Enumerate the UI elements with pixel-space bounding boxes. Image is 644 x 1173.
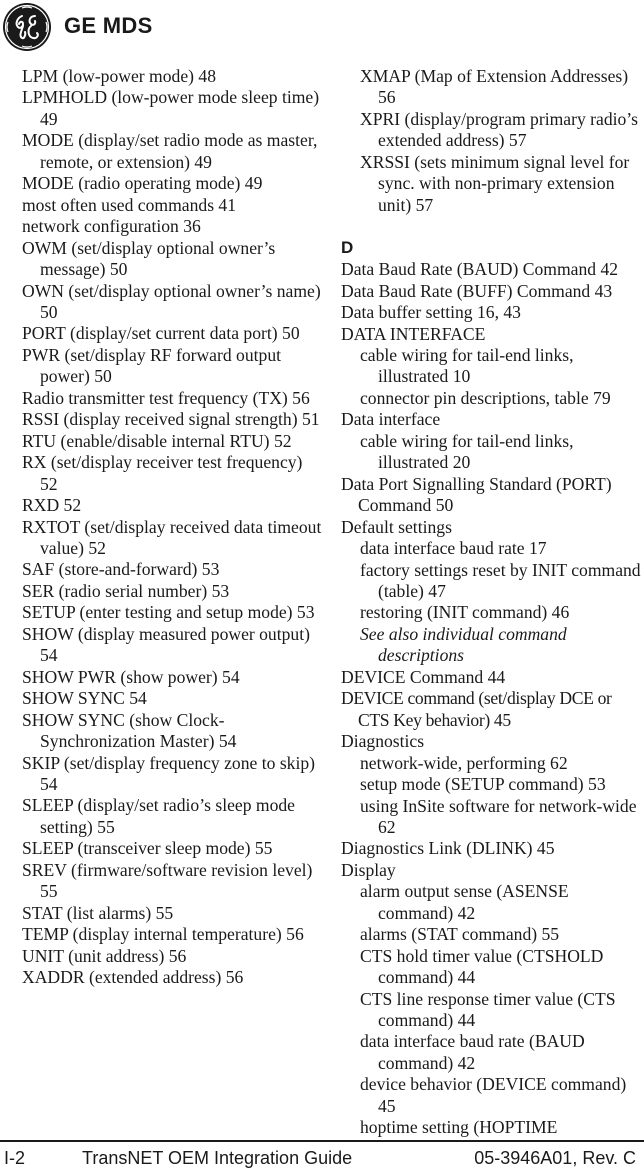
index-subentry: data interface baud rate 17 <box>360 538 547 559</box>
section-letter-heading: D <box>341 238 354 258</box>
index-entry: Display <box>341 859 396 880</box>
index-entry: LPM (low-power mode) 48 <box>22 66 216 86</box>
index-entry: RXTOT (set/display received data timeout… <box>22 516 322 558</box>
index-entry: XADDR (extended address) 56 <box>22 967 244 988</box>
index-entry: MODE (radio operating mode) 49 <box>22 173 263 194</box>
index-entry: SLEEP (display/set radio’s sleep mode se… <box>22 795 295 837</box>
index-entry: LPMHOLD (low-power mode sleep time) 49 <box>22 87 320 129</box>
index-left-column: LPM (low-power mode) 48 LPMHOLD (low-powe… <box>22 66 322 988</box>
index-entry: OWM (set/display optional owner’s messag… <box>22 237 276 280</box>
index-entry: Radio transmitter test frequency (TX) 56 <box>22 387 310 408</box>
index-entry: RTU (enable/disable internal RTU) 52 <box>22 430 292 451</box>
index-entry: SHOW (display measured power output) 54 <box>22 623 310 666</box>
index-subentry: CTS line response timer value (CTS comma… <box>360 988 616 1031</box>
index-subentry: XPRI (display/program primary radio’s ex… <box>360 108 639 151</box>
footer-page-number: I-2 <box>4 1148 26 1168</box>
section-d-entries: Data Baud Rate (BAUD) Command 42 Data Bau… <box>341 259 644 1139</box>
index-entry: SKIP (set/display frequency zone to skip… <box>22 752 316 794</box>
index-subentry: XMAP (Map of Extension Addresses) 56 <box>360 66 629 108</box>
footer-guide-title: TransNET OEM Integration Guide <box>82 1148 353 1168</box>
index-subentry: using InSite software for network-wide 6… <box>360 795 637 837</box>
index-entry: PORT (display/set current data port) 50 <box>22 323 300 344</box>
continued-subentries: XMAP (Map of Extension Addresses) 56 XPRI… <box>341 66 644 216</box>
index-entry: network configuration 36 <box>22 216 201 237</box>
index-entry: SER (radio serial number) 53 <box>22 580 230 601</box>
index-entry: Data Baud Rate (BAUD) Command 42 <box>341 259 619 280</box>
index-entry: SHOW SYNC (show Clock-Synchronization Ma… <box>22 709 237 752</box>
brand-name: GE MDS <box>64 13 153 38</box>
index-entry: RX (set/display receiver test frequency)… <box>22 452 303 494</box>
index-entry: RSSI (display received signal strength) … <box>22 409 320 430</box>
index-subentry: restoring (INIT command) 46 <box>360 602 570 623</box>
index-entry: DEVICE Command 44 <box>341 666 506 687</box>
index-entry: STAT (list alarms) 55 <box>22 902 174 923</box>
index-entry: UNIT (unit address) 56 <box>22 945 187 966</box>
index-subentry: network-wide, performing 62 <box>360 752 568 773</box>
index-entry: OWN (set/display optional owner’s name) … <box>22 280 321 322</box>
index-entry: Default settings <box>341 516 452 537</box>
footer-doc-number: 05-3946A01, Rev. C <box>474 1148 636 1168</box>
footer-divider <box>0 1140 644 1142</box>
index-entry: RXD 52 <box>22 495 82 516</box>
index-subentry: XRSSI (sets minimum signal level for syn… <box>360 151 630 215</box>
index-right-column: XMAP (Map of Extension Addresses) 56 XPRI… <box>341 66 644 1139</box>
index-entry: Data Port Signalling Standard (PORT) Com… <box>341 473 612 516</box>
index-subentry: hoptime setting (HOPTIME <box>360 1117 558 1138</box>
index-entry: SREV (firmware/software revision level) … <box>22 859 313 902</box>
index-entry: MODE (display/set radio mode as master, … <box>22 130 318 172</box>
index-subentry: alarms (STAT command) 55 <box>360 924 560 945</box>
index-subentry: alarm output sense (ASENSE command) 42 <box>360 881 569 923</box>
index-subentry: cable wiring for tail-end links, illustr… <box>360 344 574 387</box>
index-entry: DEVICE command (set/display DCE or CTS K… <box>341 688 612 730</box>
index-entry: Data Baud Rate (BUFF) Command 43 <box>341 280 613 301</box>
index-entry: Data interface <box>341 409 441 430</box>
index-entry: SAF (store-and-forward) 53 <box>22 559 220 580</box>
index-subentry: device behavior (DEVICE command) 45 <box>360 1074 627 1116</box>
page-header: GE MDS <box>0 0 644 56</box>
index-entry: Diagnostics Link (DLINK) 45 <box>341 838 555 859</box>
index-subentry: connector pin descriptions, table 79 <box>360 387 611 408</box>
index-subentry: See also individual command descriptions <box>360 623 567 666</box>
index-entry: Diagnostics <box>341 731 425 752</box>
index-subentry: data interface baud rate (BAUD command) … <box>360 1031 585 1073</box>
index-subentry: cable wiring for tail-end links, illustr… <box>360 430 574 473</box>
index-entry: DATA INTERFACE <box>341 323 486 344</box>
index-entry: SLEEP (transceiver sleep mode) 55 <box>22 838 273 859</box>
index-entry: SHOW SYNC 54 <box>22 688 147 709</box>
index-entry: Data buffer setting 16, 43 <box>341 302 521 323</box>
index-entry: SETUP (enter testing and setup mode) 53 <box>22 602 315 623</box>
ge-monogram-icon <box>3 3 51 51</box>
index-entry: PWR (set/display RF forward output power… <box>22 344 282 387</box>
index-entry: most often used commands 41 <box>22 194 237 215</box>
index-subentry: setup mode (SETUP command) 53 <box>360 774 606 795</box>
index-subentry: CTS hold timer value (CTSHOLD command) 4… <box>360 945 604 988</box>
index-subentry: factory settings reset by INIT command (… <box>360 559 641 601</box>
index-entry: SHOW PWR (show power) 54 <box>22 666 240 687</box>
index-entry: TEMP (display internal temperature) 56 <box>22 924 304 945</box>
